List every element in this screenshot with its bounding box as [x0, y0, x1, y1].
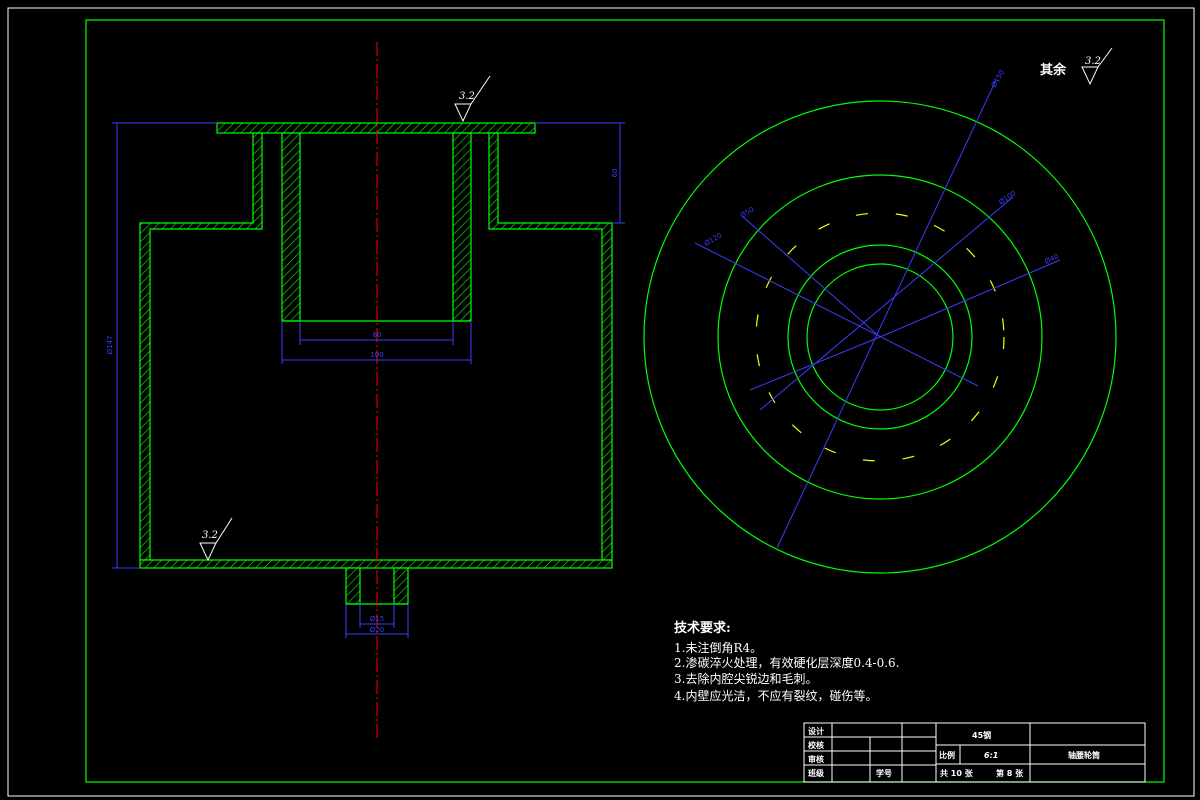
dim-shaft-inner: Ø15: [370, 615, 384, 623]
top-view-leaders: [694, 79, 1061, 549]
left-neck-wall: [139, 132, 263, 561]
bottom-plate: [139, 559, 613, 569]
dim-shaft-outer: Ø20: [370, 626, 384, 634]
tb-total-sheets: 共 10 张: [940, 768, 974, 778]
roughness-bottom-value: 3.2: [202, 530, 218, 541]
tb-part-name: 轴腰轮筒: [1068, 750, 1100, 760]
tech-item-1: 1.未注倒角R4。: [674, 640, 762, 655]
tb-sheet-no: 第 8 张: [996, 768, 1024, 778]
tb-check: 校核: [808, 740, 824, 750]
tb-review: 审核: [808, 754, 824, 764]
inner-border: [85, 19, 1165, 783]
tb-scale-label: 比例: [939, 750, 955, 760]
shaft-left: [345, 567, 361, 605]
tech-item-2: 2.渗碳淬火处理，有效硬化层深度0.4-0.6.: [674, 655, 900, 670]
dim-circle-5: Ø150: [990, 69, 1006, 89]
tb-class: 班级: [808, 768, 825, 778]
shaft-right: [393, 567, 409, 605]
tb-scale-value: 6:1: [984, 751, 998, 760]
roughness-general-value: 3.2: [1085, 56, 1101, 67]
outer-border: [7, 7, 1195, 797]
drawing-sheet: Ø147 60 80 100 Ø15 Ø20 3.2 3.2 其余 3.2 Ø1…: [7, 7, 1195, 797]
dim-circle-1: Ø50: [739, 206, 755, 220]
top-flange: [216, 122, 536, 134]
dim-circle-3: Ø100: [998, 189, 1018, 206]
tb-material: 45钢: [972, 730, 991, 740]
tech-title: 技术要求:: [674, 620, 731, 636]
roughness-top-value: 3.2: [459, 91, 475, 102]
dim-height-total: Ø147: [106, 336, 114, 355]
inner-sleeve-right: [452, 132, 472, 322]
dim-bore-outer: 100: [370, 351, 383, 359]
dim-upper-step: 60: [611, 169, 619, 178]
roughness-general-label: 其余: [1040, 62, 1067, 78]
tb-student-id: 学号: [876, 768, 892, 778]
inner-sleeve-left: [281, 132, 301, 322]
dim-bore-inner: 80: [373, 331, 382, 339]
tb-design: 设计: [808, 726, 824, 736]
tech-item-4: 4.内壁应光洁，不应有裂纹，碰伤等。: [674, 688, 877, 703]
right-neck-wall: [488, 132, 613, 561]
tech-item-3: 3.去除内腔尖锐边和毛刺。: [674, 671, 817, 686]
dim-circle-4: Ø120: [703, 231, 723, 247]
